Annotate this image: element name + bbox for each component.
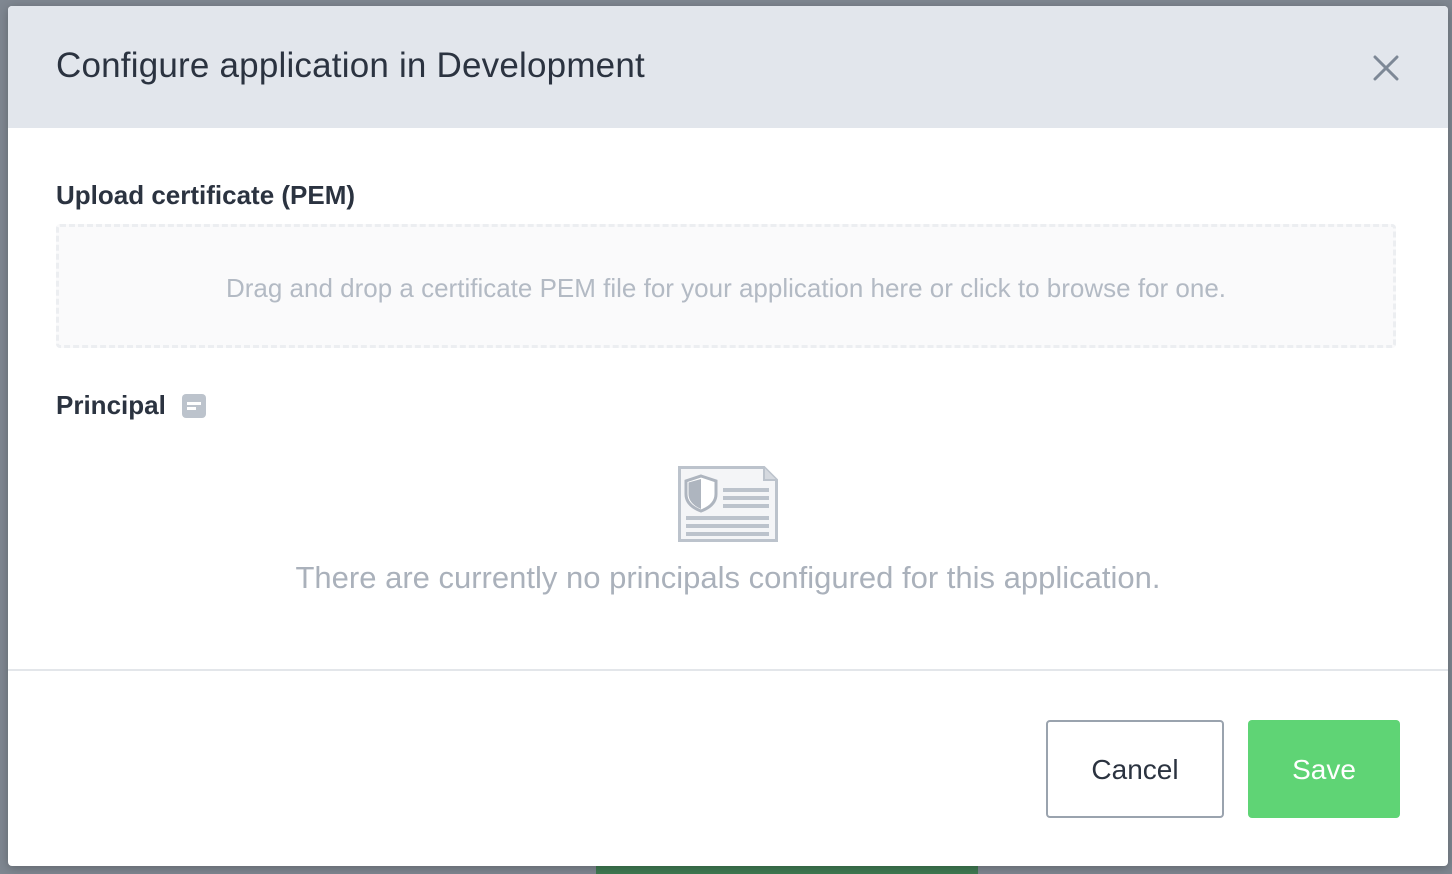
certificate-dropzone[interactable]: Drag and drop a certificate PEM file for… <box>56 224 1396 348</box>
principal-label: Principal <box>56 390 166 420</box>
close-button[interactable] <box>1366 48 1406 88</box>
dropzone-text: Drag and drop a certificate PEM file for… <box>225 273 1227 303</box>
close-icon <box>1373 55 1399 81</box>
cancel-button[interactable]: Cancel <box>1046 720 1224 818</box>
save-button[interactable]: Save <box>1248 720 1400 818</box>
configure-application-modal: Configure application in Development Upl… <box>8 6 1448 866</box>
modal-title: Configure application in Development <box>56 46 645 85</box>
footer-divider <box>8 669 1448 671</box>
info-icon[interactable] <box>182 394 206 418</box>
certificate-shield-icon <box>678 466 778 542</box>
modal-header: Configure application in Development <box>8 6 1448 128</box>
no-principals-message: There are currently no principals config… <box>295 560 1161 595</box>
upload-certificate-label: Upload certificate (PEM) <box>56 180 356 210</box>
